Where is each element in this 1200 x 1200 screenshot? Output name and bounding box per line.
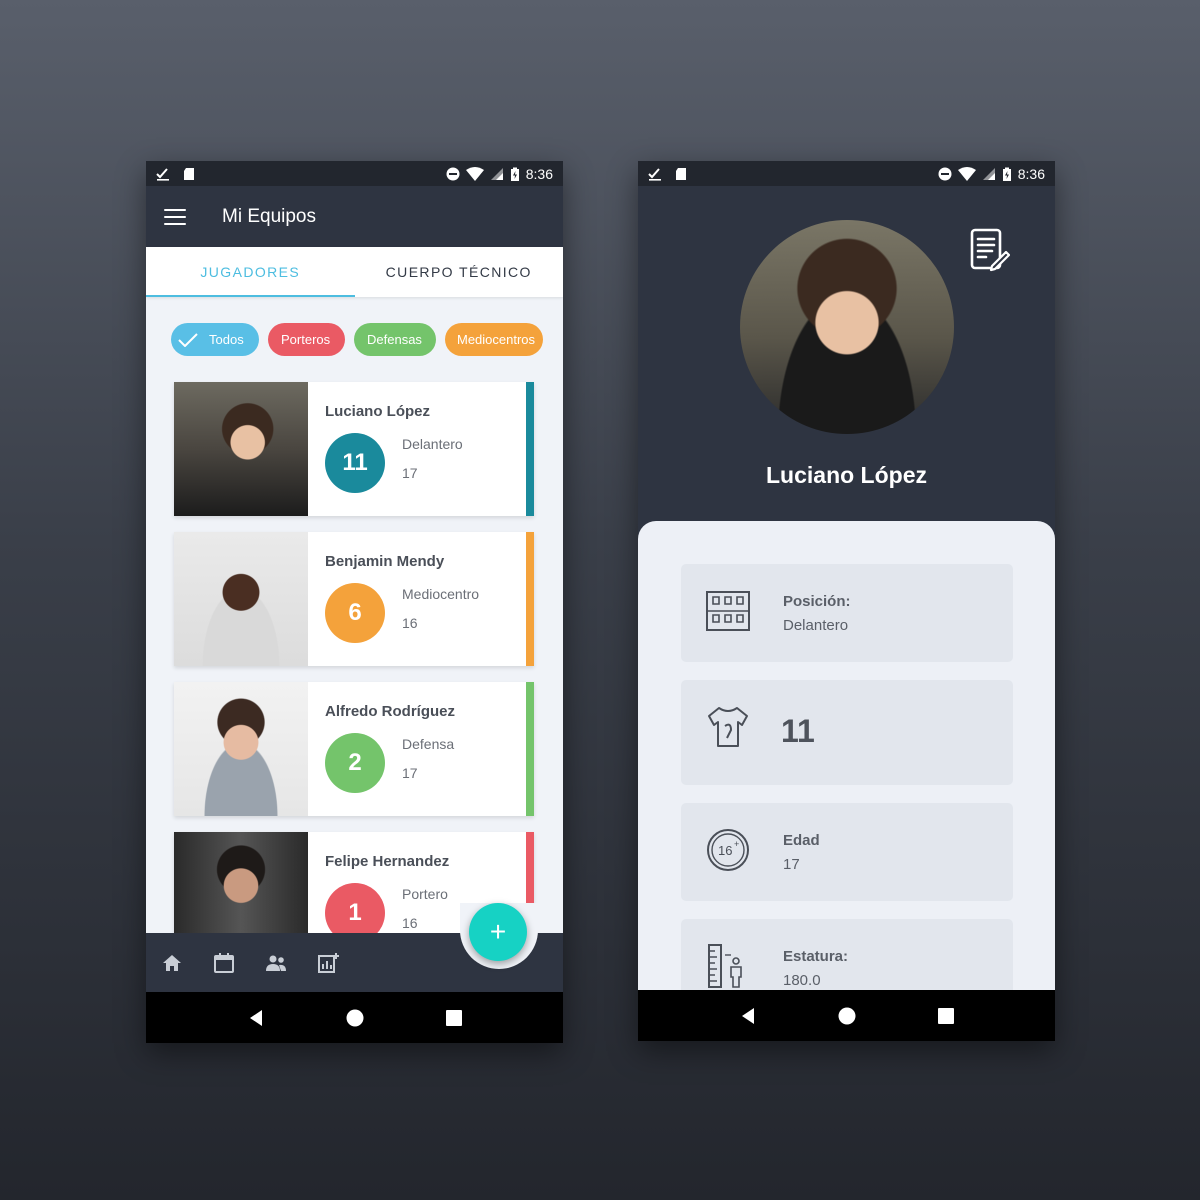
back-icon[interactable] — [247, 1009, 265, 1027]
wifi-icon — [465, 166, 484, 181]
player-photo — [174, 532, 308, 666]
player-number-badge: 11 — [325, 433, 385, 493]
position-color-bar — [526, 382, 534, 516]
recents-icon[interactable] — [937, 1007, 955, 1025]
player-card[interactable]: Alfredo Rodríguez 2 Defensa 17 — [174, 682, 534, 816]
player-position: Portero — [402, 886, 448, 902]
tab-bar: JUGADORES CUERPO TÉCNICO — [146, 247, 563, 297]
recents-icon[interactable] — [445, 1009, 463, 1027]
phone-team-list: 8:36 Mi Equipos JUGADORES CUERPO TÉCNICO… — [146, 161, 563, 1043]
profile-name: Luciano López — [766, 462, 927, 488]
filter-chip-defensas[interactable]: Defensas — [354, 323, 436, 356]
jersey-icon — [708, 707, 748, 747]
stats-icon[interactable] — [316, 951, 340, 975]
age-value: 17 — [783, 856, 800, 873]
player-age: 17 — [402, 765, 418, 781]
status-time: 8:36 — [525, 165, 553, 182]
add-player-button[interactable]: + — [469, 903, 527, 961]
age-label: Edad — [783, 832, 820, 849]
do-not-disturb-icon — [446, 167, 460, 180]
detail-card-number: 11 — [681, 680, 1013, 785]
player-number-badge: 6 — [325, 583, 385, 643]
player-photo — [174, 382, 308, 516]
height-value: 180.0 — [783, 972, 821, 989]
filter-chip-porteros[interactable]: Porteros — [268, 323, 345, 356]
tab-jugadores[interactable]: JUGADORES — [146, 247, 355, 297]
battery-icon — [510, 167, 519, 181]
status-bar: 8:36 — [146, 161, 563, 186]
height-ruler-icon — [708, 944, 742, 988]
system-navigation-bar — [146, 992, 563, 1043]
player-name: Luciano López — [325, 403, 430, 420]
menu-icon[interactable] — [164, 208, 186, 225]
position-value: Delantero — [783, 617, 849, 634]
filter-chip-todos[interactable]: Todos — [171, 323, 259, 356]
formation-board-icon — [706, 591, 750, 631]
position-color-bar — [526, 532, 534, 666]
player-card[interactable]: Luciano López 11 Delantero 17 — [174, 382, 534, 516]
tab-cuerpo-tecnico[interactable]: CUERPO TÉCNICO — [355, 247, 564, 297]
player-name: Benjamin Mendy — [325, 553, 445, 570]
edit-document-icon[interactable] — [970, 228, 1010, 272]
home-circle-icon[interactable] — [838, 1007, 856, 1025]
check-icon — [178, 332, 198, 347]
system-navigation-bar — [638, 990, 1055, 1041]
back-icon[interactable] — [739, 1007, 757, 1025]
wifi-icon — [957, 166, 976, 181]
sd-card-icon — [676, 167, 686, 180]
player-position: Mediocentro — [402, 586, 480, 602]
position-label: Posición: — [783, 593, 851, 610]
battery-icon — [1002, 167, 1011, 181]
player-age: 16 — [402, 915, 418, 931]
svg-text:16: 16 — [718, 843, 732, 858]
home-circle-icon[interactable] — [346, 1009, 364, 1027]
download-done-icon — [648, 167, 661, 181]
player-position: Delantero — [402, 436, 463, 452]
player-details-panel: Posición: Delantero 11 16 + Edad 17 Esta… — [638, 521, 1055, 991]
app-bar: Mi Equipos — [146, 186, 563, 247]
status-time: 8:36 — [1017, 165, 1045, 182]
detail-card-position: Posición: Delantero — [681, 564, 1013, 662]
player-number-badge: 2 — [325, 733, 385, 793]
filter-chip-mediocentros[interactable]: Mediocentros — [445, 323, 543, 356]
filter-chips: Todos Porteros Defensas Mediocentros — [171, 323, 543, 356]
status-bar: 8:36 — [638, 161, 1055, 186]
position-color-bar — [526, 682, 534, 816]
avatar — [740, 220, 954, 434]
download-done-icon — [156, 167, 169, 181]
signal-icon — [490, 167, 503, 180]
age-16-plus-icon: 16 + — [707, 829, 749, 871]
sd-card-icon — [184, 167, 194, 180]
page-title: Mi Equipos — [222, 205, 316, 227]
player-position: Defensa — [402, 736, 455, 752]
player-photo — [174, 682, 308, 816]
do-not-disturb-icon — [938, 167, 952, 180]
height-label: Estatura: — [783, 948, 849, 965]
player-card[interactable]: Benjamin Mendy 6 Mediocentro 16 — [174, 532, 534, 666]
player-name: Alfredo Rodríguez — [325, 703, 455, 720]
player-age: 16 — [402, 615, 418, 631]
player-age: 17 — [402, 465, 418, 481]
detail-card-age: 16 + Edad 17 — [681, 803, 1013, 901]
calendar-icon[interactable] — [212, 951, 236, 975]
number-value: 11 — [781, 713, 815, 749]
people-icon[interactable] — [264, 951, 288, 975]
svg-text:+: + — [734, 839, 739, 849]
home-icon[interactable] — [160, 951, 184, 975]
detail-card-height: Estatura: 180.0 — [681, 919, 1013, 991]
signal-icon — [982, 167, 995, 180]
phone-player-profile: 8:36 Luciano López Posición: Delantero 1… — [638, 161, 1055, 1041]
player-name: Felipe Hernandez — [325, 853, 450, 870]
